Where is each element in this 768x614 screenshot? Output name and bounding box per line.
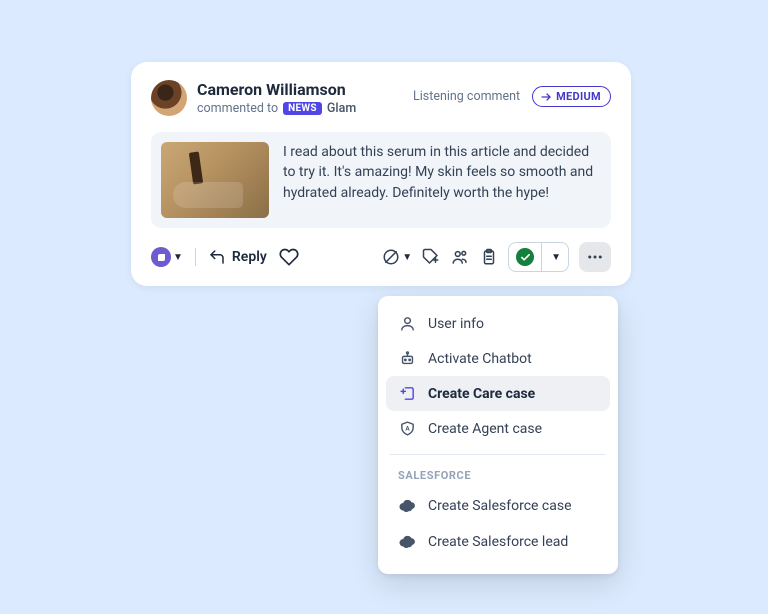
header-right: Listening comment MEDIUM	[413, 80, 611, 107]
tag-button[interactable]	[422, 248, 440, 266]
listening-label: Listening comment	[413, 89, 520, 104]
divider	[195, 248, 196, 266]
menu-item-label: Create Salesforce lead	[428, 534, 568, 550]
priority-pill[interactable]: MEDIUM	[532, 86, 611, 107]
menu-item-sf-lead[interactable]: Create Salesforce lead	[386, 524, 610, 560]
more-actions-button[interactable]	[579, 242, 611, 272]
menu-item-create-agent-case[interactable]: A Create Agent case	[386, 411, 610, 446]
menu-item-create-care-case[interactable]: Create Care case	[386, 376, 610, 411]
circle-slash-icon	[382, 248, 400, 266]
approve-dropdown-button[interactable]: ▼	[541, 243, 568, 271]
reply-button[interactable]: Reply	[208, 248, 267, 266]
chevron-down-icon: ▼	[551, 252, 561, 263]
menu-item-label: Create Salesforce case	[428, 498, 572, 514]
user-icon	[398, 315, 416, 332]
reply-label: Reply	[232, 249, 267, 265]
brand-icon	[151, 247, 171, 267]
chevron-down-icon: ▼	[173, 252, 183, 263]
header-left: Cameron Williamson commented to NEWS Gla…	[151, 80, 356, 116]
arrow-right-icon	[540, 91, 552, 103]
menu-item-user-info[interactable]: User info	[386, 306, 610, 341]
tag-plus-icon	[422, 248, 440, 266]
salesforce-cloud-icon	[398, 497, 416, 515]
salesforce-cloud-icon	[398, 533, 416, 551]
reply-arrow-icon	[208, 248, 226, 266]
menu-item-activate-chatbot[interactable]: Activate Chatbot	[386, 341, 610, 376]
menu-item-label: Activate Chatbot	[428, 351, 532, 367]
menu-item-sf-case[interactable]: Create Salesforce case	[386, 488, 610, 524]
like-button[interactable]	[279, 247, 299, 267]
approve-split-button: ▼	[508, 242, 569, 272]
action-right: ▼ ▼	[382, 242, 611, 272]
dots-horizontal-icon	[586, 248, 604, 266]
action-row: ▼ Reply ▼	[151, 242, 611, 272]
news-badge: NEWS	[283, 102, 322, 115]
menu-section-heading: SALESFORCE	[386, 463, 610, 488]
author-meta: Cameron Williamson commented to NEWS Gla…	[197, 80, 356, 116]
author-subline: commented to NEWS Glam	[197, 101, 356, 116]
action-left: ▼ Reply	[151, 247, 299, 267]
comment-card: Cameron Williamson commented to NEWS Gla…	[131, 62, 631, 286]
svg-text:A: A	[405, 425, 410, 433]
source-name[interactable]: Glam	[327, 101, 356, 116]
commented-to-label: commented to	[197, 101, 278, 116]
shield-a-icon: A	[398, 420, 416, 437]
case-plus-icon	[398, 385, 416, 402]
mute-button[interactable]: ▼	[382, 248, 412, 266]
card-header: Cameron Williamson commented to NEWS Gla…	[151, 80, 611, 116]
assign-button[interactable]	[450, 248, 470, 266]
comment-thumbnail[interactable]	[161, 142, 269, 218]
chevron-down-icon: ▼	[402, 252, 412, 263]
people-icon	[450, 248, 470, 266]
more-actions-menu: User info Activate Chatbot Create Care c…	[378, 296, 618, 574]
author-avatar[interactable]	[151, 80, 187, 116]
brand-selector[interactable]: ▼	[151, 247, 183, 267]
check-circle-icon	[516, 248, 534, 266]
heart-icon	[279, 247, 299, 267]
priority-label: MEDIUM	[556, 90, 601, 103]
menu-divider	[390, 454, 606, 455]
bot-icon	[398, 350, 416, 367]
menu-item-label: User info	[428, 316, 484, 332]
menu-item-label: Create Agent case	[428, 421, 542, 437]
approve-button[interactable]	[509, 243, 541, 271]
comment-text: I read about this serum in this article …	[283, 142, 601, 203]
clipboard-icon	[480, 248, 498, 266]
comment-body: I read about this serum in this article …	[151, 132, 611, 228]
menu-item-label: Create Care case	[428, 386, 535, 402]
clipboard-button[interactable]	[480, 248, 498, 266]
author-name[interactable]: Cameron Williamson	[197, 80, 356, 99]
